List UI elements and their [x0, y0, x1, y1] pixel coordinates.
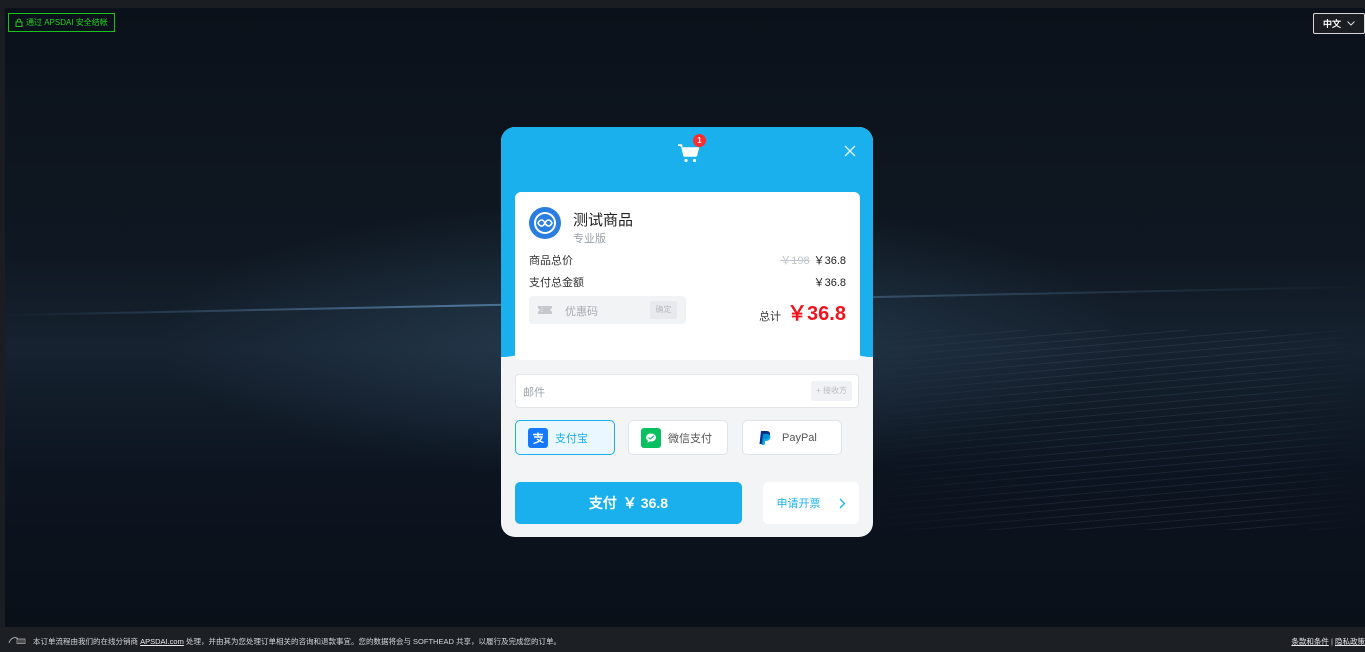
coupon-field[interactable]: 优惠码 确定 — [529, 296, 686, 324]
pay-button-amount: ￥ 36.8 — [622, 495, 669, 511]
payment-method-alipay[interactable]: 支付宝 — [515, 420, 615, 455]
subtotal-label: 商品总价 — [529, 255, 573, 267]
distributor-link[interactable]: APSDAI.com — [140, 637, 184, 646]
order-total-label: 总计 — [759, 311, 782, 323]
window-top-strip — [0, 0, 1365, 8]
coupon-input[interactable]: 优惠码 — [565, 303, 598, 319]
add-recipient-button[interactable]: + 接收方 — [811, 381, 852, 401]
language-selector[interactable]: 中文 — [1313, 13, 1365, 34]
paypal-icon — [755, 428, 775, 448]
subtotal-price: ￥36.8 — [813, 255, 846, 267]
product-edition: 专业版 — [573, 233, 606, 245]
product-logo-icon — [529, 207, 561, 239]
footer-bar: 本订单流程由我们的在线分销商 APSDAI.com 处理，并由其为您处理订单相关… — [0, 627, 1365, 652]
checkout-modal: 1 测试商品 专业版 商品总价 ￥198 ￥36.8 支付总金额 ￥36.8 优惠… — [501, 127, 873, 537]
secure-checkout-badge: 通过 APSDAI 安全结帐 — [8, 13, 115, 32]
email-field[interactable]: 邮件 + 接收方 — [515, 374, 859, 408]
language-label: 中文 — [1322, 19, 1341, 29]
privacy-link[interactable]: 隐私政策 — [1335, 637, 1365, 646]
payment-total-label: 支付总金额 — [529, 277, 584, 289]
order-summary-card: 测试商品 专业版 商品总价 ￥198 ￥36.8 支付总金额 ￥36.8 优惠码 … — [515, 192, 860, 360]
order-total-value: ￥36.8 — [787, 303, 846, 325]
request-invoice-button[interactable]: 申请开票 — [763, 482, 859, 524]
background-wave-pattern — [860, 330, 1365, 530]
payment-method-label: 支付宝 — [555, 432, 588, 445]
chevron-down-icon — [1347, 21, 1355, 26]
footer-text-after: 处理，并由其为您处理订单相关的咨询和退款事宜。您的数据将会与 SOFTHEAD … — [185, 637, 561, 646]
lock-icon — [15, 18, 23, 27]
pay-button-label: 支付 — [588, 495, 617, 511]
ticket-icon — [538, 306, 552, 314]
payment-method-label: 微信支付 — [668, 432, 712, 445]
coupon-apply-button[interactable]: 确定 — [650, 301, 677, 319]
request-invoice-label: 申请开票 — [776, 498, 821, 510]
distributor-logo-icon — [8, 637, 26, 644]
footer-text-before: 本订单流程由我们的在线分销商 — [33, 637, 138, 646]
footer-links: 条款和条件 | 隐私政策 — [1291, 636, 1365, 647]
payment-method-label: PayPal — [782, 431, 817, 444]
payment-method-paypal[interactable]: PayPal — [742, 420, 842, 455]
chevron-right-icon — [839, 498, 845, 508]
subtotal-value: ￥198 ￥36.8 — [780, 252, 846, 268]
secure-checkout-text: 通过 APSDAI 安全结帐 — [26, 18, 108, 27]
payment-method-wechat[interactable]: 微信支付 — [628, 420, 728, 455]
wechat-pay-icon — [641, 427, 661, 448]
alipay-icon — [528, 427, 548, 448]
terms-link[interactable]: 条款和条件 — [1291, 637, 1329, 646]
pay-button[interactable]: 支付 ￥ 36.8 — [515, 482, 742, 524]
footer-notice: 本订单流程由我们的在线分销商 APSDAI.com 处理，并由其为您处理订单相关… — [33, 636, 561, 647]
product-name: 测试商品 — [573, 212, 634, 229]
close-icon[interactable] — [843, 144, 857, 158]
payment-total-value: ￥36.8 — [813, 277, 846, 289]
cart-count-badge: 1 — [693, 134, 706, 147]
email-input[interactable]: 邮件 — [523, 384, 545, 400]
footer-link-separator: | — [1330, 637, 1333, 646]
order-total: 总计 ￥36.8 — [759, 297, 846, 326]
original-price: ￥198 — [780, 255, 810, 267]
